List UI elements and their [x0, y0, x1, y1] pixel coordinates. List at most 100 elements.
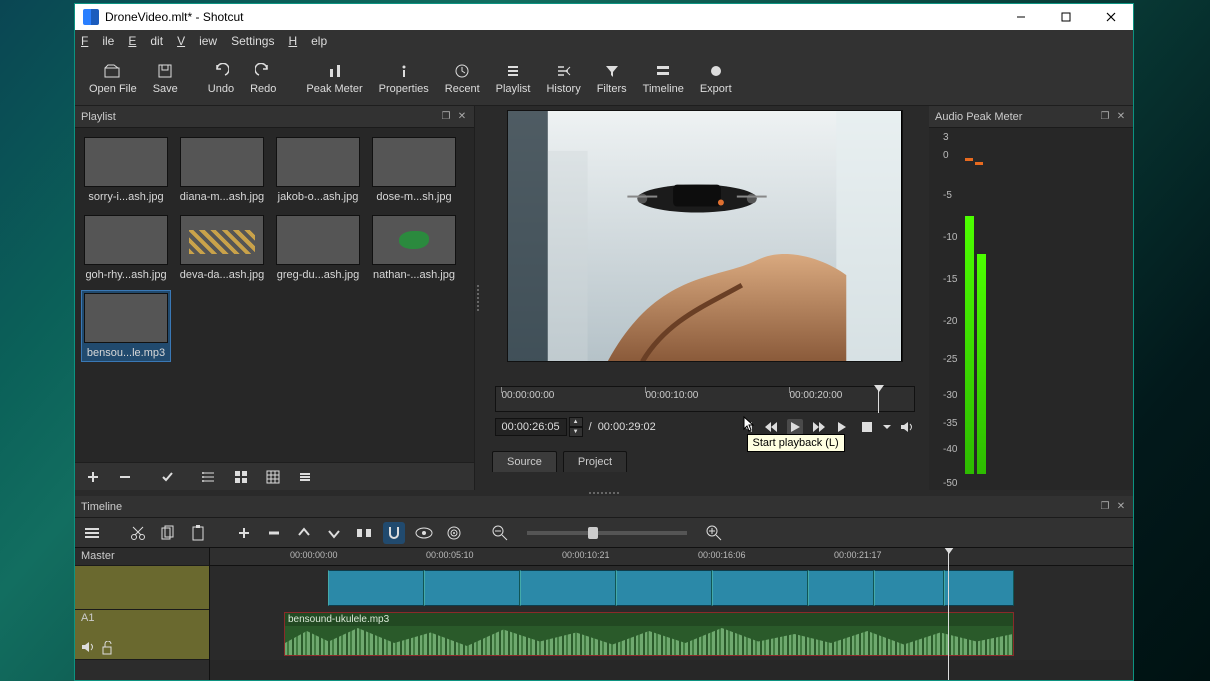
fast-fwd-button[interactable]: [811, 419, 827, 435]
skip-prev-button[interactable]: [739, 419, 755, 435]
maximize-button[interactable]: [1043, 4, 1088, 30]
cut-button[interactable]: [127, 522, 149, 544]
spin-down-icon[interactable]: ▼: [569, 427, 583, 437]
audio-track[interactable]: bensound-ukulele.mp3: [210, 610, 1133, 660]
minimize-button[interactable]: [998, 4, 1043, 30]
copy-button[interactable]: [157, 522, 179, 544]
playlist-item[interactable]: greg-du...ash.jpg: [273, 212, 363, 284]
video-clip[interactable]: [424, 570, 520, 606]
save-button[interactable]: Save: [145, 60, 186, 97]
menu-help[interactable]: Help: [288, 34, 327, 48]
panel-undock-icon[interactable]: ❐: [1099, 111, 1111, 123]
ripple-delete-button[interactable]: [263, 522, 285, 544]
zoom-slider[interactable]: [527, 531, 687, 535]
timeline-icon: [654, 62, 672, 80]
playlist-item[interactable]: bensou...le.mp3: [81, 290, 171, 362]
mute-icon[interactable]: [81, 641, 95, 655]
zoom-slider-handle[interactable]: [588, 527, 598, 539]
playlist-view-tiles-button[interactable]: [227, 465, 255, 489]
track-video[interactable]: [75, 566, 209, 610]
export-button[interactable]: Export: [692, 60, 740, 97]
playlist-item[interactable]: sorry-i...ash.jpg: [81, 134, 171, 206]
audio-clip[interactable]: bensound-ukulele.mp3: [284, 612, 1014, 656]
volume-button[interactable]: [899, 419, 915, 435]
properties-button[interactable]: Properties: [371, 60, 437, 97]
zoom-in-button[interactable]: [703, 522, 725, 544]
playlist-view-icons-button[interactable]: [259, 465, 287, 489]
lock-icon[interactable]: [101, 641, 113, 655]
tab-project[interactable]: Project: [563, 451, 627, 472]
scrub-button[interactable]: [413, 522, 435, 544]
open-file-icon: [104, 62, 122, 80]
meter-peak-left-icon: [965, 158, 973, 161]
recent-button[interactable]: Recent: [437, 60, 488, 97]
preview-viewport[interactable]: [507, 110, 903, 362]
video-track[interactable]: [210, 566, 1133, 610]
timecode-current[interactable]: 00:00:26:05: [495, 418, 567, 436]
playlist-item[interactable]: goh-rhy...ash.jpg: [81, 212, 171, 284]
zoom-out-button[interactable]: [489, 522, 511, 544]
video-clip[interactable]: [712, 570, 808, 606]
playlist-item[interactable]: dose-m...sh.jpg: [369, 134, 459, 206]
playlist-menu-button[interactable]: [291, 465, 319, 489]
panel-close-icon[interactable]: ✕: [456, 111, 468, 123]
preview-ruler[interactable]: 00:00:00:00 00:00:10:00 00:00:20:00: [495, 386, 915, 412]
timeline-button[interactable]: Timeline: [635, 60, 692, 97]
append-button[interactable]: [233, 522, 255, 544]
skip-next-button[interactable]: [835, 419, 851, 435]
video-clip[interactable]: [520, 570, 616, 606]
video-clip[interactable]: [944, 570, 1014, 606]
playlist-item[interactable]: nathan-...ash.jpg: [369, 212, 459, 284]
video-clip[interactable]: [874, 570, 944, 606]
zoom-dropdown-icon[interactable]: [883, 419, 891, 435]
rewind-button[interactable]: [763, 419, 779, 435]
playlist-add-button[interactable]: [79, 465, 107, 489]
preview-playhead[interactable]: [874, 387, 884, 413]
zoom-toggle-button[interactable]: [859, 419, 875, 435]
timecode-total: 00:00:29:02: [598, 421, 656, 433]
panel-close-icon[interactable]: ✕: [1115, 111, 1127, 123]
playlist-view-detailed-button[interactable]: [195, 465, 223, 489]
track-master[interactable]: Master: [75, 548, 209, 566]
playlist-remove-button[interactable]: [111, 465, 139, 489]
filters-button[interactable]: Filters: [589, 60, 635, 97]
menu-file[interactable]: File: [81, 34, 114, 48]
close-button[interactable]: [1088, 4, 1133, 30]
tab-source[interactable]: Source: [492, 451, 557, 472]
menu-view[interactable]: View: [177, 34, 217, 48]
playlist-item[interactable]: diana-m...ash.jpg: [177, 134, 267, 206]
video-clip[interactable]: [616, 570, 712, 606]
video-clip[interactable]: [328, 570, 424, 606]
redo-button[interactable]: Redo: [242, 60, 284, 97]
play-button[interactable]: [787, 419, 803, 435]
track-audio[interactable]: A1: [75, 610, 209, 660]
video-clip[interactable]: [808, 570, 874, 606]
menu-edit[interactable]: Edit: [128, 34, 163, 48]
playlist-item[interactable]: deva-da...ash.jpg: [177, 212, 267, 284]
open-file-button[interactable]: Open File: [81, 60, 145, 97]
undo-button[interactable]: Undo: [200, 60, 242, 97]
panel-undock-icon[interactable]: ❐: [440, 111, 452, 123]
spin-up-icon[interactable]: ▲: [569, 417, 583, 427]
timeline-playhead[interactable]: [948, 548, 949, 680]
timecode-spinner[interactable]: ▲▼: [569, 417, 583, 437]
panel-close-icon[interactable]: ✕: [1115, 501, 1127, 513]
playlist-item[interactable]: jakob-o...ash.jpg: [273, 134, 363, 206]
playlist-update-button[interactable]: [153, 465, 181, 489]
menu-settings[interactable]: Settings: [231, 34, 274, 48]
lift-button[interactable]: [293, 522, 315, 544]
app-window: DroneVideo.mlt* - Shotcut File Edit View…: [74, 3, 1134, 681]
titlebar: DroneVideo.mlt* - Shotcut: [75, 4, 1133, 30]
snap-button[interactable]: [383, 522, 405, 544]
playlist-button[interactable]: Playlist: [488, 60, 539, 97]
peak-meter-button[interactable]: Peak Meter: [298, 60, 370, 97]
timeline-ruler[interactable]: 00:00:00:00 00:00:05:10 00:00:10:21 00:0…: [210, 548, 1133, 566]
timeline-menu-button[interactable]: [81, 522, 103, 544]
history-button[interactable]: History: [538, 60, 588, 97]
panel-undock-icon[interactable]: ❐: [1099, 501, 1111, 513]
timeline-tracks[interactable]: ▲ 00:00:00:00 00:00:05:10 00:00:10:21 00…: [210, 548, 1133, 680]
split-button[interactable]: [353, 522, 375, 544]
overwrite-button[interactable]: [323, 522, 345, 544]
paste-button[interactable]: [187, 522, 209, 544]
ripple-button[interactable]: [443, 522, 465, 544]
